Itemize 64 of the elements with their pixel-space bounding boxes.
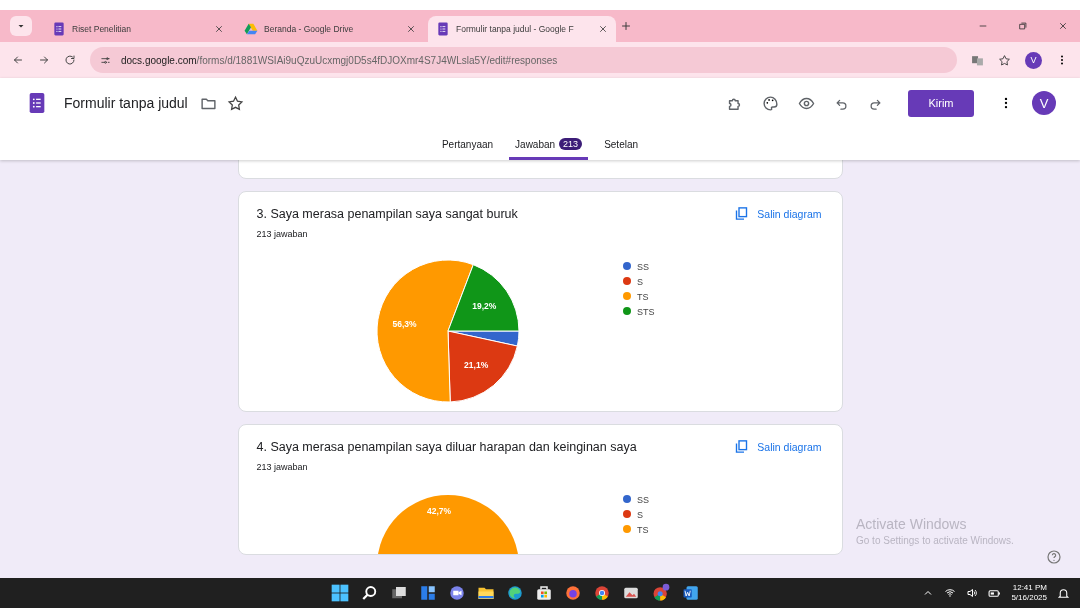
response-count: 213 jawaban — [256, 462, 308, 472]
close-window-icon[interactable] — [1058, 21, 1068, 31]
windows-start-icon[interactable] — [330, 583, 350, 603]
legend-label: S — [636, 509, 643, 520]
legend-label: SS — [636, 261, 649, 272]
form-title[interactable]: Formulir tanpa judul — [64, 95, 188, 111]
form-tab[interactable]: Pertanyaan — [435, 128, 500, 160]
translate-icon[interactable] — [971, 53, 984, 67]
form-tab[interactable]: Setelan — [598, 128, 645, 160]
forms-icon — [52, 22, 66, 36]
clock[interactable]: 12:41 PM 5/16/2025 — [1011, 583, 1047, 603]
address-bar[interactable]: docs.google.com/forms/d/1881WSIAi9uQzuUcxmgj0D5s4fDJOXmr4S7J4WLsla5Y/edit#responses — [90, 47, 957, 73]
word-icon[interactable] — [682, 584, 700, 602]
slice-label: 42,7% — [426, 506, 451, 516]
video-chat-icon[interactable] — [448, 584, 466, 602]
question-title: 3. Saya merasa penampilan saya sangat buruk — [256, 206, 518, 221]
help-icon[interactable] — [1046, 549, 1062, 565]
close-tab-icon[interactable] — [406, 24, 416, 34]
legend-label: S — [636, 276, 643, 287]
tab-label: Setelan — [604, 138, 639, 150]
slice-label: 19,2% — [471, 301, 496, 312]
close-tab-icon[interactable] — [214, 24, 224, 34]
copy-chart-button[interactable]: Salin diagram — [734, 439, 822, 454]
search-icon[interactable] — [361, 584, 379, 602]
legend-label: SS — [636, 494, 649, 505]
question-title: 4. Saya merasa penampilan saya diluar harapan dan keinginan saya — [256, 439, 637, 454]
restore-icon[interactable] — [1018, 21, 1028, 31]
chrome-icon[interactable] — [593, 584, 611, 602]
copy-icon — [734, 439, 750, 454]
forms-icon — [436, 22, 450, 36]
slice-label: 56,3% — [392, 318, 417, 329]
account-avatar[interactable]: V — [1032, 91, 1056, 115]
browser-tab[interactable]: Riset Penelitian — [44, 16, 232, 42]
star-icon[interactable] — [226, 94, 244, 112]
new-tab-icon[interactable] — [620, 20, 632, 32]
legend-label: TS — [636, 524, 648, 535]
legend-label: STS — [636, 306, 654, 317]
tab-label: Pertanyaan — [441, 138, 494, 150]
browser-tab[interactable]: Beranda - Google Drive — [236, 16, 424, 42]
forward-icon[interactable] — [38, 54, 50, 66]
copy-icon — [734, 206, 750, 221]
legend-label: TS — [636, 291, 648, 302]
chrome-profile-icon[interactable] — [651, 583, 671, 603]
copy-chart-button[interactable]: Salin diagram — [734, 206, 822, 221]
store-icon[interactable] — [535, 584, 553, 602]
speaker-icon[interactable] — [966, 587, 979, 599]
site-info-icon — [100, 54, 111, 66]
response-count-badge: 213 — [559, 138, 583, 150]
wifi-icon[interactable] — [944, 587, 957, 599]
response-count: 213 jawaban — [256, 229, 308, 239]
widgets-icon[interactable] — [419, 584, 437, 602]
close-tab-icon[interactable] — [598, 24, 608, 34]
reload-icon[interactable] — [64, 54, 76, 66]
notification-bell-icon[interactable] — [1057, 586, 1070, 600]
drive-icon — [244, 22, 258, 36]
back-icon[interactable] — [12, 54, 24, 66]
star-icon[interactable] — [998, 53, 1011, 67]
browser-tab[interactable]: Formulir tanpa judul - Google F — [428, 16, 616, 42]
slice-label: 21,1% — [463, 359, 488, 370]
profile-avatar[interactable]: V — [1025, 51, 1042, 69]
tab-label: Jawaban — [515, 138, 556, 150]
palette-icon[interactable] — [762, 94, 779, 112]
browser-icon[interactable] — [506, 584, 524, 602]
send-button[interactable]: Kirim — [908, 89, 974, 117]
